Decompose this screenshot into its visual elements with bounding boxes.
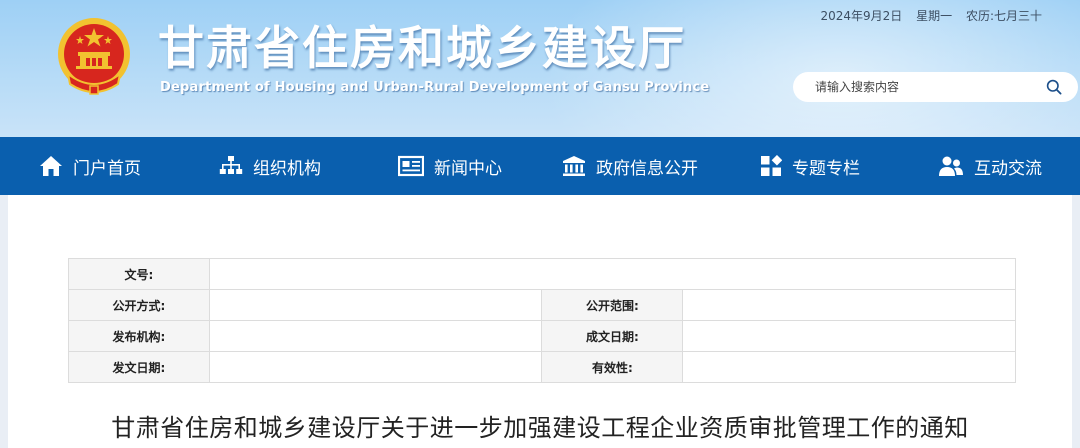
written-date-value <box>682 320 1016 352</box>
nav-item-label: 组织机构 <box>253 158 321 179</box>
nav-item-news[interactable]: 新闻中心 <box>360 137 540 195</box>
grid-icon <box>761 155 782 176</box>
search-icon[interactable] <box>1046 79 1062 95</box>
nav-item-special-topics[interactable]: 专题专栏 <box>720 137 900 195</box>
article-title: 甘肃省住房和城乡建设厅关于进一步加强建设工程企业资质审批管理工作的通知 <box>111 414 969 442</box>
disclosure-method-value <box>208 289 543 321</box>
org-chart-icon <box>219 156 243 174</box>
disclosure-scope-label: 公开范围: <box>541 289 684 321</box>
newspaper-icon <box>398 155 424 177</box>
nav-item-organization[interactable]: 组织机构 <box>180 137 360 195</box>
site-title: 甘肃省住房和城乡建设厅 <box>158 21 686 75</box>
table-row: 文号: <box>68 258 1017 290</box>
nav-item-gov-info[interactable]: 政府信息公开 <box>540 137 720 195</box>
nav-item-label: 政府信息公开 <box>596 158 698 179</box>
doc-number-label: 文号: <box>68 258 210 290</box>
current-weekday: 星期一 <box>916 9 953 23</box>
written-date-label: 成文日期: <box>541 320 684 352</box>
people-icon <box>939 156 963 176</box>
nav-item-interaction[interactable]: 互动交流 <box>900 137 1080 195</box>
issuer-value <box>208 320 543 352</box>
lunar-date: 农历:七月三十 <box>965 9 1042 23</box>
nav-item-label: 互动交流 <box>974 158 1042 179</box>
site-subtitle: Department of Housing and Urban-Rural De… <box>160 80 710 95</box>
main-content: 文号: 公开方式: 公开范围: 发布机构: 成文日期: 发文日期: 有效性: 甘… <box>8 195 1072 448</box>
disclosure-scope-value <box>682 289 1016 321</box>
date-display: 2024年9月2日 星期一 农历:七月三十 <box>810 7 1042 24</box>
nav-item-label: 专题专栏 <box>792 158 860 179</box>
table-row: 发布机构: 成文日期: <box>68 320 1016 352</box>
nav-item-label: 门户首页 <box>73 158 141 179</box>
table-row: 公开方式: 公开范围: <box>68 289 1016 321</box>
doc-number-value <box>208 258 1017 290</box>
government-building-icon <box>563 156 585 176</box>
national-emblem-icon <box>58 18 130 95</box>
nav-item-label: 新闻中心 <box>434 158 502 179</box>
current-date: 2024年9月2日 <box>820 9 903 23</box>
site-header: 甘肃省住房和城乡建设厅 Department of Housing and Ur… <box>0 0 1080 137</box>
document-meta-table: 文号: 公开方式: 公开范围: 发布机构: 成文日期: 发文日期: 有效性: <box>68 258 1017 383</box>
nav-item-home[interactable]: 门户首页 <box>0 137 180 195</box>
issuer-label: 发布机构: <box>68 320 210 352</box>
search-box <box>793 72 1078 102</box>
publish-date-label: 发文日期: <box>68 351 210 383</box>
search-input[interactable] <box>815 78 1035 96</box>
home-icon <box>40 156 62 176</box>
validity-label: 有效性: <box>541 351 684 383</box>
table-row: 发文日期: 有效性: <box>68 351 1016 383</box>
publish-date-value <box>208 351 543 383</box>
disclosure-method-label: 公开方式: <box>68 289 210 321</box>
main-nav: 门户首页 组织机构 新闻中心 政府信息公开 专题专栏 互动交流 <box>0 137 1080 195</box>
validity-value <box>682 351 1016 383</box>
